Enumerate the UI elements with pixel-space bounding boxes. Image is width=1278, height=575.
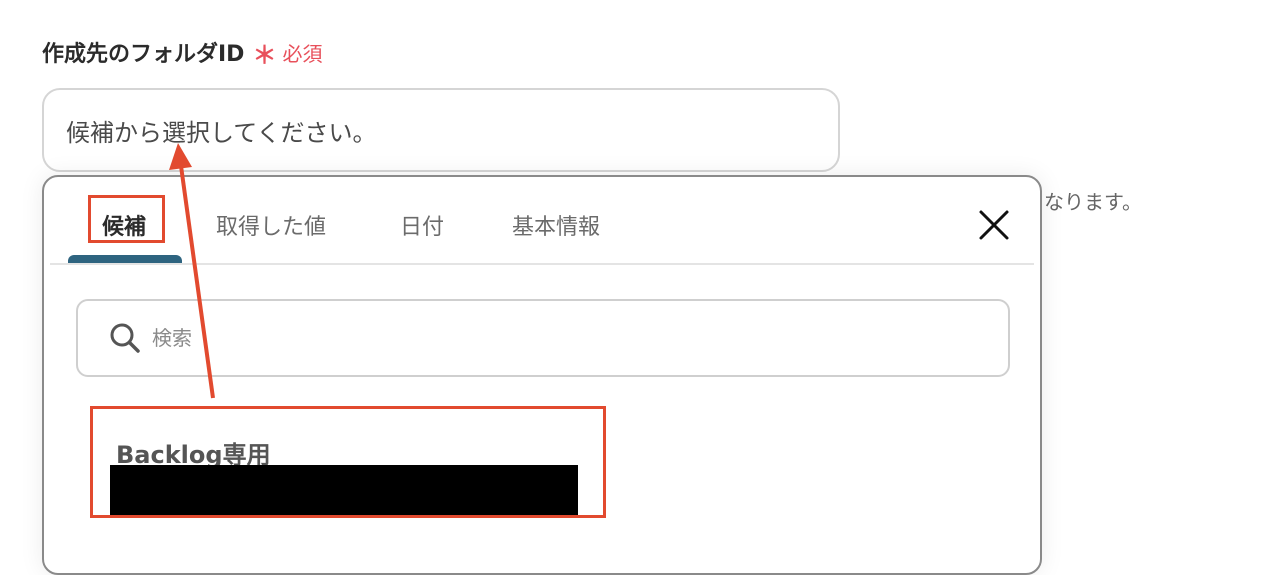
close-icon — [979, 210, 1009, 240]
tab-date[interactable]: 日付 — [400, 207, 444, 243]
tab-acquired-values[interactable]: 取得した値 — [216, 207, 326, 243]
search-icon — [110, 323, 140, 353]
search-input[interactable] — [150, 325, 854, 351]
candidate-popup: 候補 取得した値 日付 基本情報 Backlog専用 — [42, 175, 1042, 575]
search-field[interactable] — [76, 299, 1010, 377]
popup-tabs: 候補 取得した値 日付 基本情報 — [44, 177, 1040, 265]
helper-text-tail: なります。 — [1044, 190, 1142, 214]
field-label-text: 作成先のフォルダID — [42, 42, 245, 67]
select-placeholder: 候補から選択してください。 — [66, 118, 377, 147]
close-button[interactable] — [976, 207, 1012, 243]
required-asterisk: ＊ — [252, 40, 277, 69]
required-text: 必須 — [282, 41, 323, 66]
tab-candidates[interactable]: 候補 — [102, 207, 146, 243]
tab-basic-info[interactable]: 基本情報 — [512, 207, 600, 243]
list-item[interactable]: Backlog専用 — [110, 429, 610, 519]
folder-id-select[interactable]: 候補から選択してください。 — [42, 88, 840, 172]
tabs-divider — [50, 263, 1034, 265]
field-label: 作成先のフォルダID ＊ 必須 — [42, 34, 322, 70]
redacted-block — [110, 465, 578, 517]
